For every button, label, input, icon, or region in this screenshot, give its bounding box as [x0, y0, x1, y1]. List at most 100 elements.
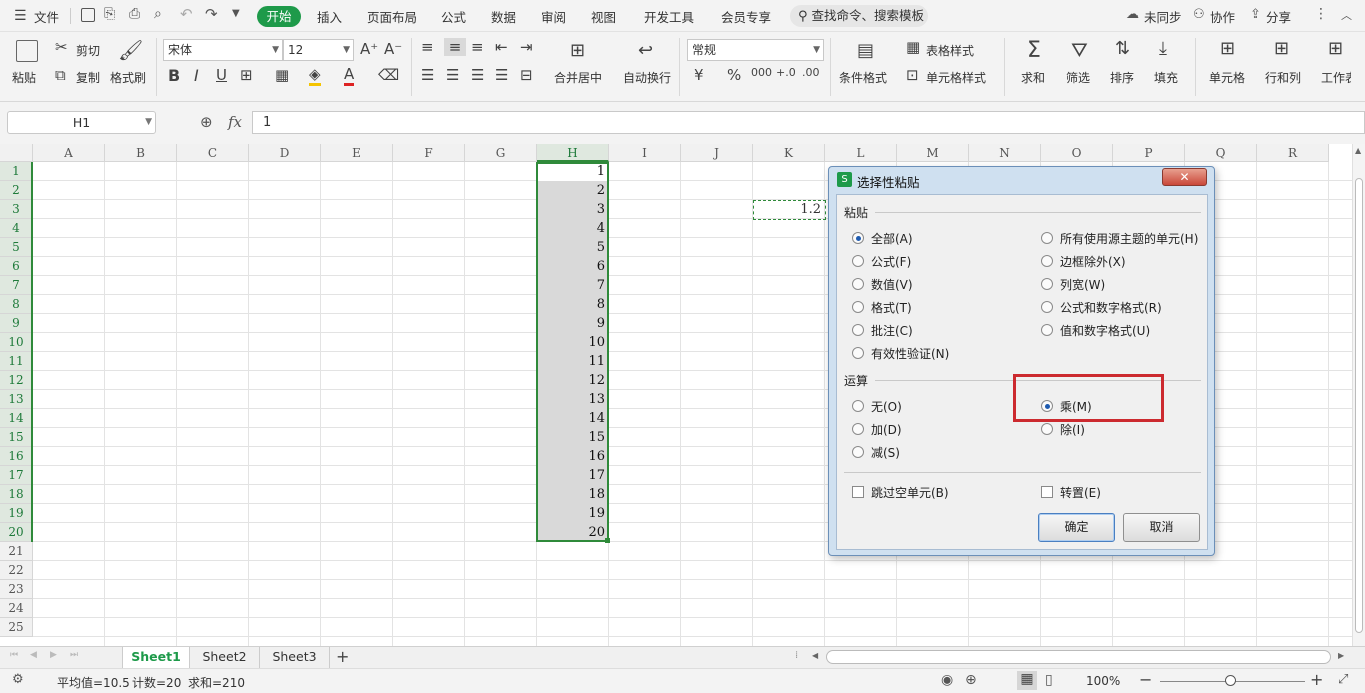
table-style-icon[interactable]: ▦	[906, 38, 920, 56]
file-menu[interactable]: 文件	[34, 7, 59, 26]
column-header-a[interactable]: A	[33, 144, 105, 162]
tab-insert[interactable]: 插入	[317, 7, 342, 26]
currency-icon[interactable]: ¥	[694, 66, 704, 84]
scroll-left-icon[interactable]: ◀	[812, 651, 818, 660]
paste-all-radio[interactable]	[852, 232, 864, 244]
conditional-format-icon[interactable]: ▤	[857, 40, 874, 61]
scrollbar-thumb[interactable]	[1355, 178, 1363, 633]
row-col-button[interactable]: 行和列	[1265, 69, 1301, 86]
row-header-25[interactable]: 25	[0, 618, 33, 637]
tab-view[interactable]: 视图	[591, 7, 616, 26]
hamburger-icon[interactable]: ☰	[14, 8, 27, 24]
tab-formulas[interactable]: 公式	[441, 7, 466, 26]
first-sheet-icon[interactable]: ⏮	[10, 650, 18, 660]
command-search[interactable]: ⚲ 查找命令、搜索模板	[790, 5, 928, 27]
column-header-n[interactable]: N	[969, 144, 1041, 162]
tab-home[interactable]: 开始	[257, 6, 301, 27]
op-add-radio[interactable]	[852, 423, 864, 435]
row-header-12[interactable]: 12	[0, 371, 33, 390]
fill-style-icon[interactable]: ▦	[275, 66, 289, 84]
print-icon[interactable]: ⎙	[129, 6, 140, 22]
paste-formulas-label[interactable]: 公式(F)	[871, 253, 911, 270]
merge-icon[interactable]: ⊞	[570, 40, 585, 61]
column-header-g[interactable]: G	[465, 144, 537, 162]
distributed-icon[interactable]: ⊟	[520, 66, 533, 84]
sum-icon[interactable]: Σ	[1027, 38, 1041, 63]
auto-wrap-button[interactable]: 自动换行	[623, 69, 671, 86]
export-icon[interactable]: ⎘	[104, 6, 115, 22]
cloud-icon[interactable]: ☁	[1126, 7, 1139, 22]
column-header-i[interactable]: I	[609, 144, 681, 162]
user-icon[interactable]: ⚇	[1193, 7, 1205, 22]
cut-button[interactable]: 剪切	[76, 42, 100, 59]
row-header-20[interactable]: 20	[0, 523, 33, 542]
row-header-21[interactable]: 21	[0, 542, 33, 561]
font-size-select[interactable]: 12 ▼	[283, 39, 354, 61]
cancel-button[interactable]: 取消	[1123, 513, 1200, 542]
column-header-j[interactable]: J	[681, 144, 753, 162]
paste-formats-radio[interactable]	[852, 301, 864, 313]
column-header-m[interactable]: M	[897, 144, 969, 162]
zoom-in-icon[interactable]: +	[1310, 670, 1323, 689]
row-header-23[interactable]: 23	[0, 580, 33, 599]
row-header-16[interactable]: 16	[0, 447, 33, 466]
sort-button[interactable]: 排序	[1110, 69, 1134, 86]
filter-button[interactable]: 筛选	[1066, 69, 1090, 86]
copy-icon[interactable]: ⧉	[55, 66, 66, 84]
font-name-select[interactable]: 宋体 ▼	[163, 39, 283, 61]
justify-icon[interactable]: ☰	[495, 66, 508, 84]
paste-values-number-formats-radio[interactable]	[1041, 324, 1053, 336]
worksheet-button[interactable]: 工作表	[1321, 69, 1351, 86]
fullscreen-icon[interactable]: ⤢	[1338, 672, 1348, 687]
paste-icon[interactable]	[16, 40, 38, 62]
dialog-close-button[interactable]: ✕	[1162, 168, 1207, 186]
zoom-slider-thumb[interactable]	[1225, 675, 1236, 686]
tab-review[interactable]: 审阅	[541, 7, 566, 26]
op-divide-radio[interactable]	[1041, 423, 1053, 435]
share-button[interactable]: 分享	[1266, 7, 1291, 26]
page-view-icon[interactable]: ▯	[1045, 672, 1053, 688]
selection-handle[interactable]	[605, 538, 610, 543]
row-header-8[interactable]: 8	[0, 295, 33, 314]
column-header-o[interactable]: O	[1041, 144, 1113, 162]
border-icon[interactable]: ⊞	[240, 66, 253, 84]
paste-formulas-radio[interactable]	[852, 255, 864, 267]
merge-center-button[interactable]: 合并居中	[554, 69, 602, 86]
input-method-icon[interactable]: ⊕	[965, 672, 977, 688]
wrap-icon[interactable]: ↩	[638, 40, 653, 61]
paste-values-number-formats-label[interactable]: 值和数字格式(U)	[1060, 322, 1150, 339]
paste-formulas-number-formats-label[interactable]: 公式和数字格式(R)	[1060, 299, 1162, 316]
redo-icon[interactable]: ↷	[205, 5, 218, 23]
sync-status[interactable]: 未同步	[1144, 7, 1182, 26]
op-add-label[interactable]: 加(D)	[871, 421, 902, 438]
column-header-h[interactable]: H	[537, 144, 609, 162]
tab-data[interactable]: 数据	[491, 7, 516, 26]
paste-all-source-theme-label[interactable]: 所有使用源主题的单元(H)	[1060, 230, 1198, 247]
worksheet-icon[interactable]: ⊞	[1328, 38, 1343, 59]
scissors-icon[interactable]: ✂	[55, 38, 68, 56]
increase-font-icon[interactable]: A⁺	[360, 40, 378, 58]
align-top-icon[interactable]: ≡	[421, 38, 434, 56]
transpose-checkbox[interactable]	[1041, 486, 1053, 498]
share-icon[interactable]: ⇪	[1250, 7, 1261, 22]
collapse-ribbon-icon[interactable]: ︿	[1341, 7, 1352, 23]
more-icon[interactable]: ⋮	[1314, 6, 1328, 22]
column-header-d[interactable]: D	[249, 144, 321, 162]
ok-button[interactable]: 确定	[1038, 513, 1115, 542]
row-header-7[interactable]: 7	[0, 276, 33, 295]
filter-icon[interactable]: ⛛	[1071, 38, 1088, 62]
tab-developer[interactable]: 开发工具	[644, 7, 694, 26]
row-header-9[interactable]: 9	[0, 314, 33, 333]
percent-icon[interactable]: %	[727, 66, 741, 84]
row-header-19[interactable]: 19	[0, 504, 33, 523]
last-sheet-icon[interactable]: ⏭	[70, 650, 78, 660]
paste-column-widths-label[interactable]: 列宽(W)	[1060, 276, 1105, 293]
collaborate-button[interactable]: 协作	[1210, 7, 1235, 26]
op-none-label[interactable]: 无(O)	[871, 398, 902, 415]
underline-icon[interactable]: U	[216, 66, 227, 84]
row-header-6[interactable]: 6	[0, 257, 33, 276]
increase-decimal-icon[interactable]: +.0	[776, 66, 796, 79]
next-sheet-icon[interactable]: ▶	[50, 650, 57, 660]
chevron-down-icon[interactable]: ▼	[232, 8, 240, 19]
row-header-5[interactable]: 5	[0, 238, 33, 257]
